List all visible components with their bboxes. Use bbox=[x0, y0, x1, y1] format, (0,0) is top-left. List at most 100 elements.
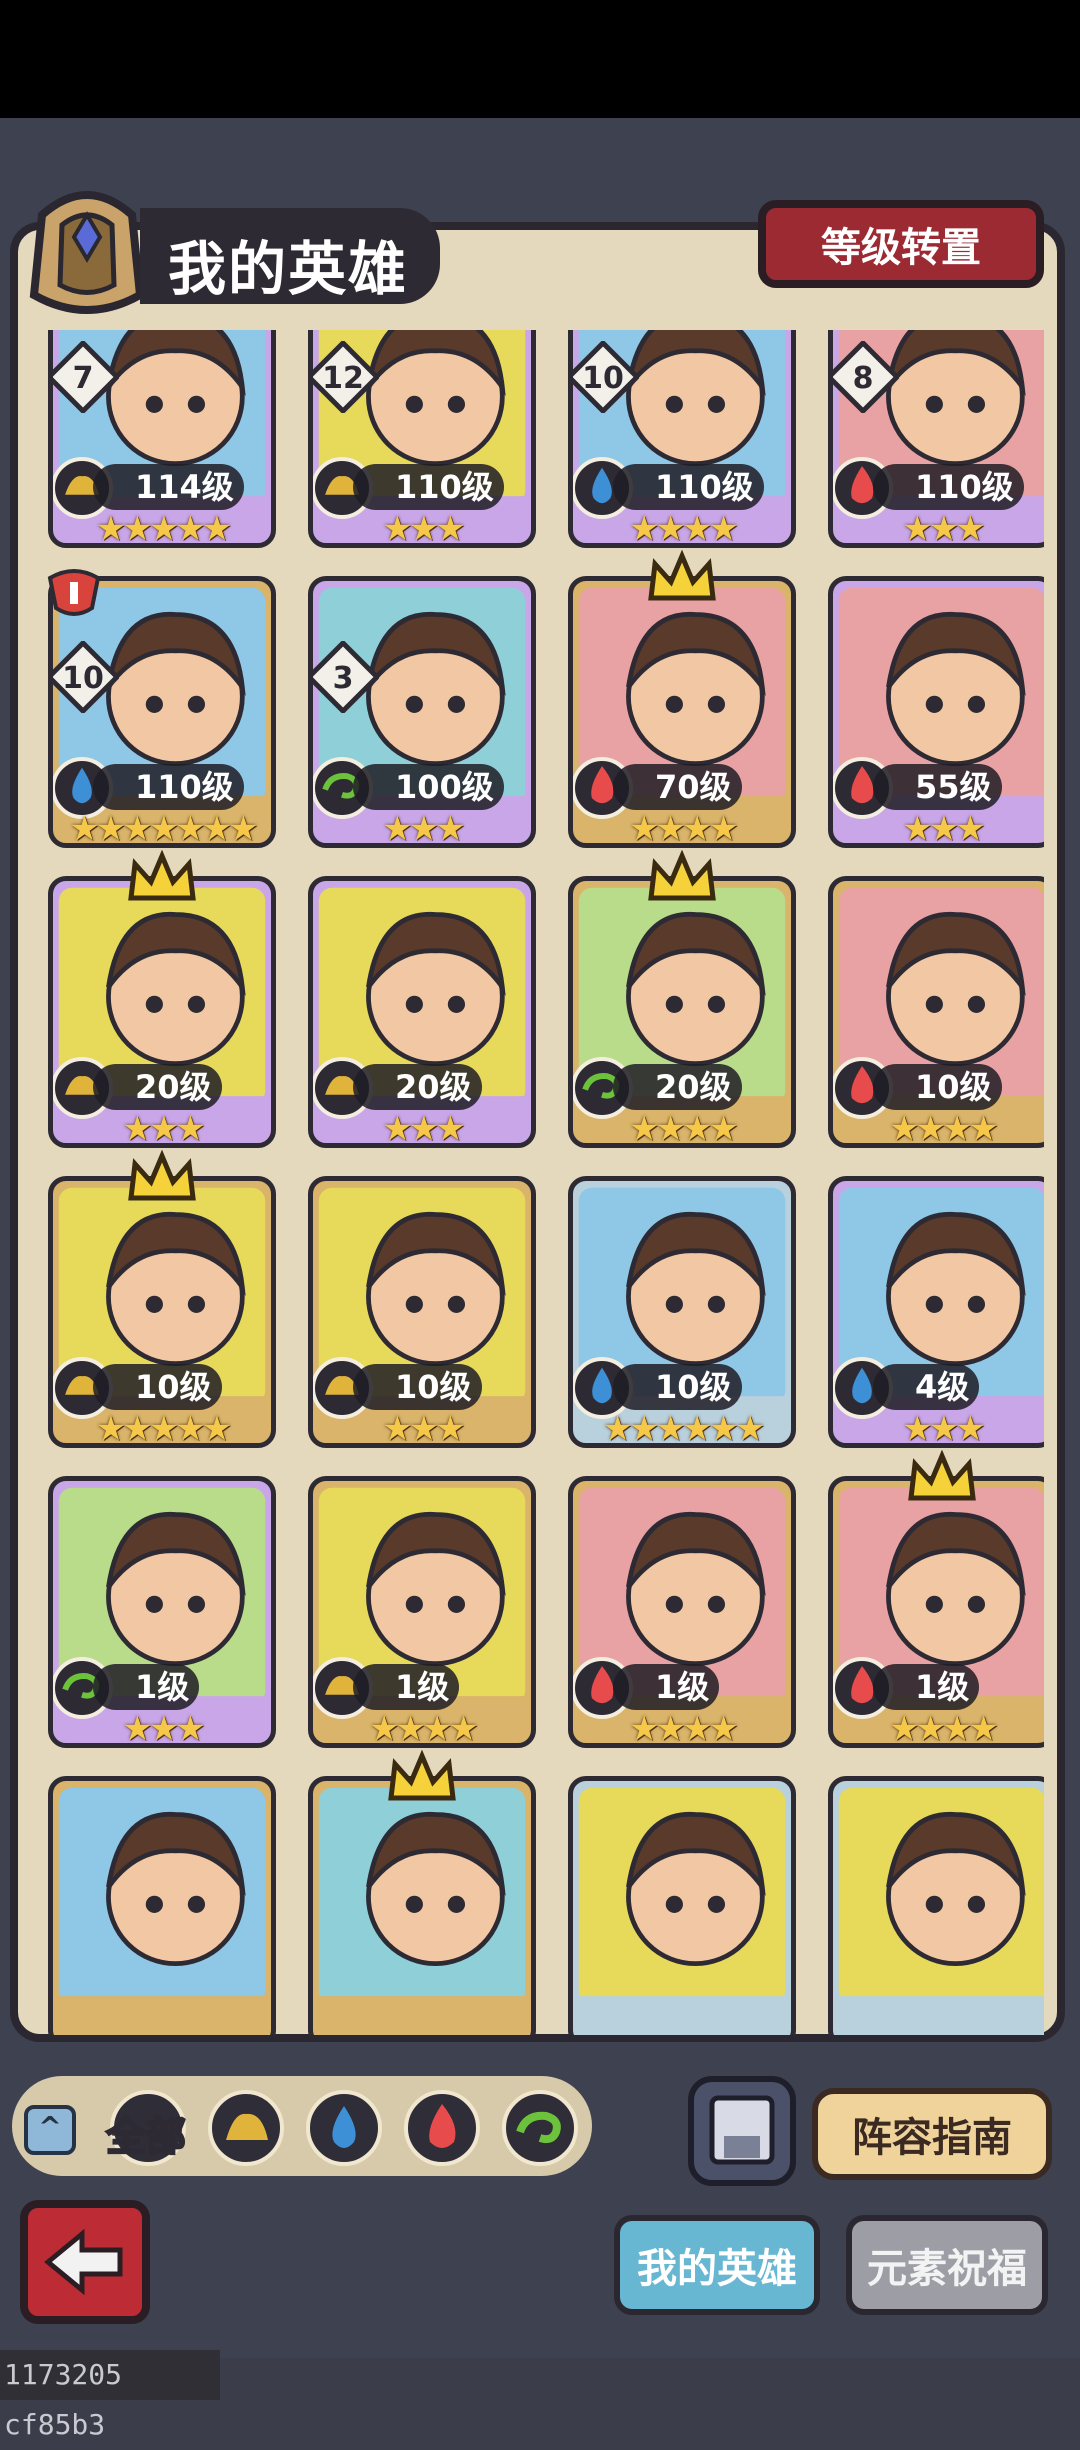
crown-icon bbox=[128, 1150, 196, 1201]
hero-card[interactable] bbox=[48, 1776, 276, 2035]
hero-card[interactable]: 1级 ★★★ bbox=[48, 1476, 276, 1748]
hero-stars: ★★★ bbox=[902, 1409, 985, 1448]
save-lineup-button[interactable] bbox=[688, 2076, 796, 2186]
hero-portrait bbox=[578, 1787, 786, 2035]
hero-card[interactable] bbox=[308, 1776, 536, 2035]
hero-stars: ★★★ bbox=[902, 809, 985, 848]
water-filter-icon[interactable] bbox=[306, 2090, 382, 2166]
back-button[interactable] bbox=[20, 2200, 150, 2324]
fire-icon bbox=[429, 2104, 456, 2148]
level-transfer-button[interactable]: 等级转置 bbox=[758, 200, 1044, 288]
hero-level: 55级 bbox=[873, 764, 1002, 810]
hero-level: 10级 bbox=[353, 1364, 482, 1410]
hero-level: 20级 bbox=[93, 1064, 222, 1110]
tab-my-heroes[interactable]: 我的英雄 bbox=[614, 2215, 820, 2315]
hero-card[interactable]: 20级 ★★★ bbox=[308, 876, 536, 1148]
badge-number: 10 bbox=[62, 661, 104, 696]
hero-stars: ★★★★ bbox=[629, 809, 739, 848]
hero-portrait bbox=[58, 1787, 266, 2035]
hero-stars: ★★★ bbox=[122, 1709, 205, 1748]
hero-card[interactable]: 10级 ★★★★★ bbox=[48, 1176, 276, 1448]
crown-icon bbox=[648, 550, 716, 601]
hero-stars: ★★★★★★ bbox=[602, 1409, 766, 1448]
hero-panel: 114级 ★★★★★ 7 110级 ★★★ 12 110级 ★★★★ 10 110级 ★★★ 8 110… bbox=[10, 222, 1065, 2042]
hero-level: 10级 bbox=[873, 1064, 1002, 1110]
hero-level: 110级 bbox=[353, 464, 504, 510]
hero-card[interactable]: 4级 ★★★ bbox=[828, 1176, 1044, 1448]
hero-level: 10级 bbox=[93, 1364, 222, 1410]
fire-filter-icon[interactable] bbox=[404, 2090, 480, 2166]
crown-icon bbox=[908, 1450, 976, 1501]
hero-card[interactable]: 70级 ★★★★ bbox=[568, 576, 796, 848]
hero-card[interactable]: 110级 ★★★★ 10 bbox=[568, 330, 796, 548]
hero-level: 1级 bbox=[93, 1664, 200, 1710]
hero-stars: ★★★ bbox=[382, 809, 465, 848]
hero-level: 100级 bbox=[353, 764, 504, 810]
hero-level: 4级 bbox=[873, 1364, 980, 1410]
hero-portrait bbox=[838, 1787, 1044, 2035]
hero-grid: 114级 ★★★★★ 7 110级 ★★★ 12 110级 ★★★★ 10 110级 ★★★ 8 110… bbox=[34, 330, 1044, 2035]
hero-stars: ★★★ bbox=[902, 509, 985, 548]
awaken-rank-icon bbox=[47, 569, 101, 616]
star-rank-badge: 7 bbox=[53, 341, 119, 413]
star-rank-badge: 12 bbox=[313, 341, 379, 413]
hero-card[interactable]: 20级 ★★★ bbox=[48, 876, 276, 1148]
star-rank-badge: 8 bbox=[833, 341, 899, 413]
hero-stars: ★★★★★ bbox=[95, 1409, 232, 1448]
hero-level: 20级 bbox=[353, 1064, 482, 1110]
hero-card[interactable]: 20级 ★★★★ bbox=[568, 876, 796, 1148]
hero-card[interactable]: 55级 ★★★ bbox=[828, 576, 1044, 848]
hero-level: 10级 bbox=[613, 1364, 742, 1410]
page-title-text: 我的英雄 bbox=[168, 235, 409, 303]
hero-level: 1级 bbox=[353, 1664, 460, 1710]
hero-level: 70级 bbox=[613, 764, 742, 810]
crown-icon bbox=[648, 850, 716, 901]
earth-filter-icon[interactable] bbox=[208, 2090, 284, 2166]
hero-stars: ★★★★ bbox=[629, 1709, 739, 1748]
hero-card[interactable]: 110级 ★★★ 12 bbox=[308, 330, 536, 548]
hero-level: 110级 bbox=[873, 464, 1024, 510]
hero-level: 20级 bbox=[613, 1064, 742, 1110]
hero-level: 1级 bbox=[873, 1664, 980, 1710]
hero-stars: ★★★ bbox=[122, 1109, 205, 1148]
hero-level: 114级 bbox=[93, 464, 244, 510]
hero-card[interactable]: 1级 ★★★★ bbox=[828, 1476, 1044, 1748]
hero-stars: ★★★★ bbox=[889, 1109, 999, 1148]
hero-card[interactable]: 100级 ★★★ 3 bbox=[308, 576, 536, 848]
wind-filter-icon[interactable] bbox=[502, 2090, 578, 2166]
badge-number: 8 bbox=[853, 361, 874, 396]
star-rank-badge: 10 bbox=[573, 341, 639, 413]
badge-number: 3 bbox=[333, 661, 354, 696]
hero-card[interactable]: 10级 ★★★★★★ bbox=[568, 1176, 796, 1448]
tab-element-blessing[interactable]: 元素祝福 bbox=[846, 2215, 1048, 2315]
hero-stars: ★★★ bbox=[382, 1409, 465, 1448]
hero-card[interactable]: 10级 ★★★★ bbox=[828, 876, 1044, 1148]
hero-card[interactable]: 1级 ★★★★ bbox=[308, 1476, 536, 1748]
hero-level: 110级 bbox=[93, 764, 244, 810]
lineup-guide-button[interactable]: 阵容指南 bbox=[812, 2088, 1052, 2180]
earth-icon bbox=[226, 2113, 268, 2140]
crown-icon bbox=[388, 1750, 456, 1801]
hero-stars: ★★★★ bbox=[629, 1109, 739, 1148]
hero-stars: ★★★★★ bbox=[95, 509, 232, 548]
hero-stars: ★★★ bbox=[382, 509, 465, 548]
hero-card[interactable]: 110级 ★★★ 8 bbox=[828, 330, 1044, 548]
badge-number: 12 bbox=[322, 361, 364, 396]
hero-card[interactable]: 114级 ★★★★★ 7 bbox=[48, 330, 276, 548]
hero-card[interactable] bbox=[828, 1776, 1044, 2035]
hero-portrait bbox=[318, 1787, 526, 2035]
water-icon bbox=[332, 2106, 356, 2148]
collapse-button[interactable]: ^ bbox=[24, 2105, 76, 2155]
hero-card[interactable] bbox=[568, 1776, 796, 2035]
hero-stars: ★★★★ bbox=[369, 1709, 479, 1748]
star-rank-badge: 3 bbox=[313, 641, 379, 713]
filter-all-label: 全部 bbox=[105, 2113, 187, 2161]
hero-level: 110级 bbox=[613, 464, 764, 510]
hero-card[interactable]: 1级 ★★★★ bbox=[568, 1476, 796, 1748]
wind-icon bbox=[516, 2111, 561, 2144]
hero-card[interactable]: 10级 ★★★ bbox=[308, 1176, 536, 1448]
debug-id: 1173205 cf85b3 bbox=[0, 2350, 220, 2441]
badge-number: 10 bbox=[582, 361, 624, 396]
hero-stars: ★★★★★★★ bbox=[69, 809, 258, 848]
status-bar bbox=[0, 0, 1080, 118]
